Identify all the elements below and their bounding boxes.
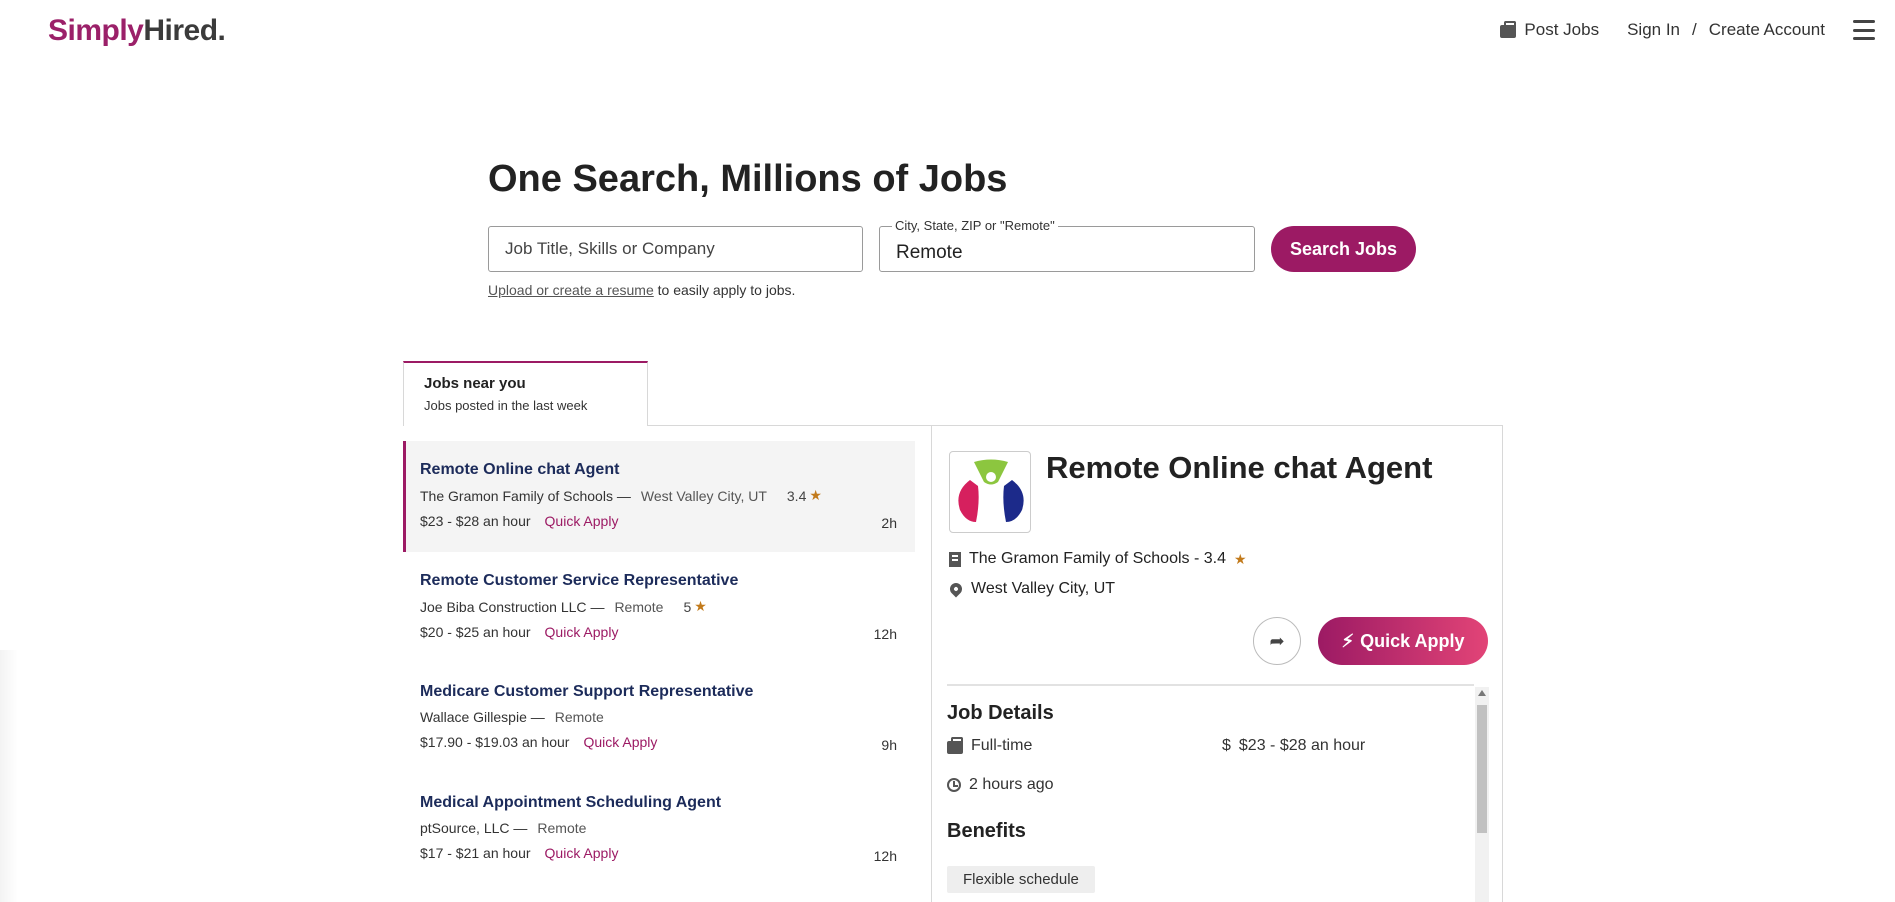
job-meta: Wallace Gillespie — Remote bbox=[420, 709, 604, 725]
job-title-link[interactable]: Remote Customer Service Representative bbox=[420, 572, 897, 590]
job-details-scroll-area[interactable]: Job Details Full-time $ $23 - $28 an hou… bbox=[947, 687, 1489, 902]
account-links: Sign In / Create Account bbox=[1627, 20, 1825, 40]
benefit-tag: Flexible schedule bbox=[947, 866, 1095, 893]
quick-apply-button[interactable]: ⚡︎ Quick Apply bbox=[1318, 617, 1488, 665]
posted-row: 2 hours ago bbox=[947, 776, 1054, 794]
share-icon: ➦ bbox=[1269, 630, 1285, 651]
quick-apply-label: Quick Apply bbox=[544, 513, 619, 529]
nav-separator: / bbox=[1692, 20, 1697, 39]
job-detail-panel: Remote Online chat Agent The Gramon Fami… bbox=[931, 425, 1503, 902]
job-title-link[interactable]: Medical Appointment Scheduling Agent bbox=[420, 794, 897, 812]
job-company: ptSource, LLC bbox=[420, 820, 510, 836]
dollar-icon: $ bbox=[1222, 737, 1231, 754]
job-age: 2h bbox=[881, 515, 897, 531]
tab-subtitle: Jobs posted in the last week bbox=[424, 398, 588, 413]
quick-apply-label: Quick Apply bbox=[544, 624, 619, 640]
create-account-link[interactable]: Create Account bbox=[1709, 20, 1825, 40]
scroll-up-arrow-icon[interactable] bbox=[1478, 690, 1486, 696]
location-input[interactable] bbox=[880, 227, 1254, 271]
location-pin-icon bbox=[947, 580, 965, 598]
job-pay-row: $23 - $28 an hour Quick Apply bbox=[420, 513, 897, 529]
job-details-heading: Job Details bbox=[947, 702, 1054, 724]
detail-job-title: Remote Online chat Agent bbox=[1046, 450, 1433, 485]
top-nav: Post Jobs Sign In / Create Account bbox=[1500, 20, 1875, 40]
job-age: 9h bbox=[881, 737, 897, 753]
tab-jobs-near-you[interactable]: Jobs near you Jobs posted in the last we… bbox=[403, 361, 648, 426]
job-query-input[interactable] bbox=[489, 227, 862, 271]
job-meta: The Gramon Family of Schools — West Vall… bbox=[420, 487, 822, 504]
lightning-icon: ⚡︎ bbox=[1341, 630, 1355, 651]
star-icon: ★ bbox=[694, 598, 707, 614]
job-card[interactable]: Remote Online chat Agent The Gramon Fami… bbox=[403, 441, 915, 552]
job-meta: ptSource, LLC — Remote bbox=[420, 820, 587, 836]
job-card[interactable]: Medicare Customer Support Representative… bbox=[403, 663, 915, 774]
quick-apply-label: Quick Apply bbox=[583, 734, 658, 750]
tab-title: Jobs near you bbox=[424, 375, 526, 392]
job-card[interactable]: Remote Customer Service Representative J… bbox=[403, 552, 915, 663]
detail-location-text: West Valley City, UT bbox=[971, 580, 1116, 597]
detail-location: West Valley City, UT bbox=[947, 580, 1116, 598]
simplyhired-logo[interactable]: SimplyHired. bbox=[48, 14, 226, 48]
job-pay: $17.90 - $19.03 an hour bbox=[420, 734, 570, 750]
briefcase-icon bbox=[1500, 20, 1517, 38]
detail-company: The Gramon Family of Schools - 3.4 ★ bbox=[949, 550, 1247, 568]
detail-company-text: The Gramon Family of Schools - 3.4 bbox=[969, 550, 1226, 567]
page-title: One Search, Millions of Jobs bbox=[488, 158, 1008, 200]
job-company: Joe Biba Construction LLC bbox=[420, 598, 587, 615]
job-title-link[interactable]: Medicare Customer Support Representative bbox=[420, 683, 897, 701]
briefcase-icon bbox=[947, 736, 963, 754]
scroll-thumb[interactable] bbox=[1477, 705, 1487, 833]
job-meta: Joe Biba Construction LLC — Remote 5 ★ bbox=[420, 598, 707, 615]
clock-icon bbox=[947, 778, 961, 792]
quick-apply-label: Quick Apply bbox=[544, 845, 619, 861]
job-company: The Gramon Family of Schools bbox=[420, 487, 613, 504]
job-title-link[interactable]: Remote Online chat Agent bbox=[420, 461, 897, 479]
job-age: 12h bbox=[873, 626, 897, 642]
company-logo bbox=[949, 451, 1031, 533]
location-label: City, State, ZIP or "Remote" bbox=[892, 218, 1058, 233]
job-card[interactable]: Medical Appointment Scheduling Agent ptS… bbox=[403, 774, 915, 885]
upload-resume-link[interactable]: Upload or create a resume bbox=[488, 282, 654, 298]
job-company: Wallace Gillespie bbox=[420, 709, 527, 725]
job-location: Remote bbox=[554, 709, 604, 725]
job-rating: 3.4 ★ bbox=[786, 487, 822, 504]
job-type-row: Full-time bbox=[947, 736, 1032, 755]
star-icon: ★ bbox=[1233, 550, 1247, 567]
left-edge-shade bbox=[0, 650, 18, 902]
job-location: Remote bbox=[614, 598, 664, 615]
resume-prompt: Upload or create a resume to easily appl… bbox=[488, 282, 796, 298]
site-header: SimplyHired. Post Jobs Sign In / Create … bbox=[0, 0, 1895, 66]
star-icon: ★ bbox=[809, 487, 822, 503]
job-query-field bbox=[488, 226, 863, 272]
location-field: City, State, ZIP or "Remote" bbox=[879, 218, 1255, 272]
job-pay: $23 - $28 an hour bbox=[420, 513, 531, 529]
job-location: Remote bbox=[537, 820, 587, 836]
job-pay: $17 - $21 an hour bbox=[420, 845, 531, 861]
building-icon bbox=[949, 551, 961, 567]
share-button[interactable]: ➦ bbox=[1253, 617, 1301, 665]
job-pay-row: $20 - $25 an hour Quick Apply bbox=[420, 624, 897, 640]
job-rating: 5 ★ bbox=[683, 598, 707, 615]
sign-in-link[interactable]: Sign In bbox=[1627, 20, 1680, 40]
hamburger-menu-icon[interactable] bbox=[1853, 20, 1875, 40]
detail-divider bbox=[947, 684, 1474, 686]
job-pay: $20 - $25 an hour bbox=[420, 624, 531, 640]
job-location: West Valley City, UT bbox=[640, 487, 767, 504]
job-pay-row: $17.90 - $19.03 an hour Quick Apply bbox=[420, 734, 897, 750]
job-age: 12h bbox=[873, 848, 897, 864]
post-jobs-link[interactable]: Post Jobs bbox=[1500, 20, 1599, 40]
benefits-heading: Benefits bbox=[947, 820, 1026, 842]
detail-scrollbar[interactable] bbox=[1475, 687, 1489, 902]
pay-row: $ $23 - $28 an hour bbox=[1222, 737, 1366, 754]
search-jobs-button[interactable]: Search Jobs bbox=[1271, 226, 1416, 272]
job-pay-row: $17 - $21 an hour Quick Apply bbox=[420, 845, 897, 861]
